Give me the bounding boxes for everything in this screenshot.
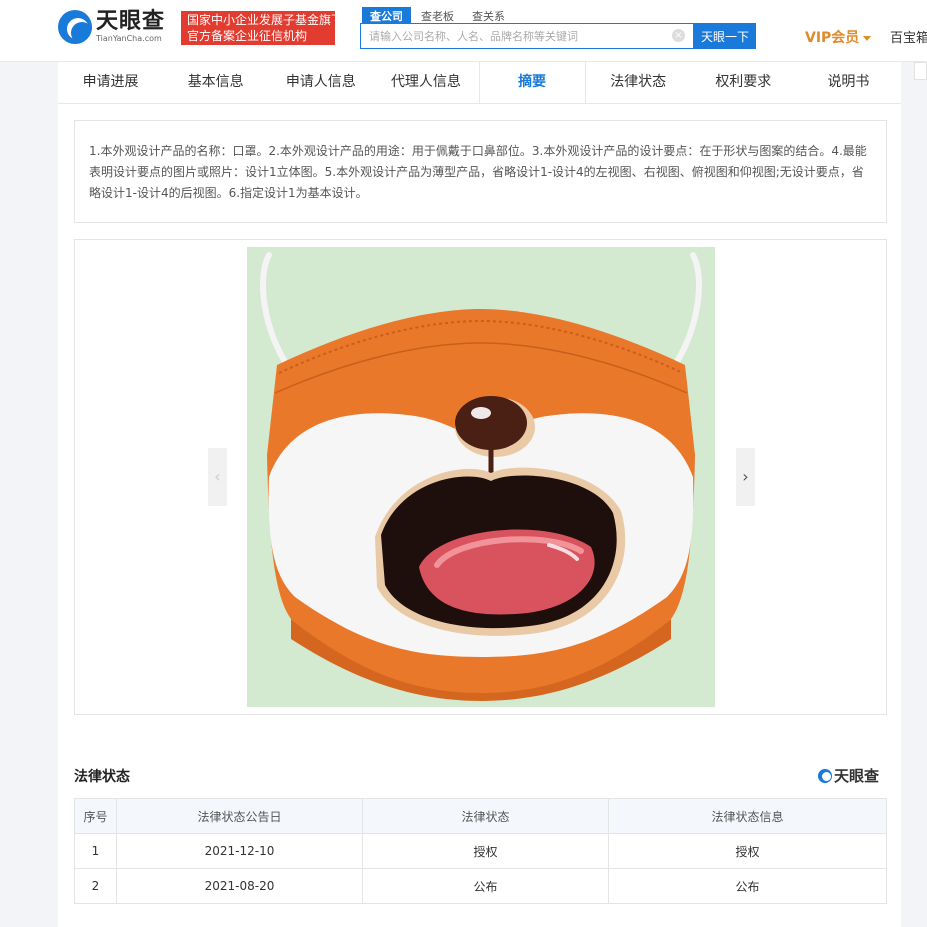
next-image-button[interactable]: › — [736, 448, 755, 506]
face-mask-illustration — [260, 252, 702, 701]
tab-basic-info[interactable]: 基本信息 — [163, 62, 268, 103]
header-announce-date: 法律状态公告日 — [116, 798, 363, 834]
detail-nav-tabs: 申请进展 基本信息 申请人信息 代理人信息 摘要 法律状态 权利要求 说明书 — [58, 62, 901, 104]
baobox-menu[interactable]: 百宝箱 — [890, 27, 927, 46]
cell-date: 2021-08-20 — [116, 868, 363, 904]
cell-index: 2 — [74, 868, 117, 904]
top-header: 天眼查 TianYanCha.com 国家中小企业发展子基金旗下 官方备案企业征… — [0, 0, 927, 62]
cell-date: 2021-12-10 — [116, 833, 363, 869]
tab-abstract[interactable]: 摘要 — [478, 62, 586, 103]
search-button[interactable]: 天眼一下 — [694, 23, 756, 49]
table-row: 1 2021-12-10 授权 授权 — [74, 833, 887, 869]
search-box: × — [360, 23, 694, 49]
cell-status-info: 公布 — [608, 868, 887, 904]
badge-line-2: 官方备案企业征信机构 — [187, 29, 308, 43]
tianyancha-logo-icon — [818, 768, 832, 783]
logo-domain: TianYanCha.com — [96, 34, 162, 43]
official-badge: 国家中小企业发展子基金旗下 官方备案企业征信机构 — [181, 11, 344, 45]
cell-index: 1 — [74, 833, 117, 869]
vip-label: VIP会员 — [805, 30, 860, 46]
tab-description[interactable]: 说明书 — [796, 62, 901, 103]
vip-menu[interactable]: VIP会员 — [805, 27, 872, 47]
search-input[interactable] — [361, 24, 661, 48]
tab-legal-status[interactable]: 法律状态 — [586, 62, 691, 103]
tab-claims[interactable]: 权利要求 — [691, 62, 796, 103]
design-image-gallery: ‹ › — [74, 239, 887, 715]
mask-design-image — [247, 247, 715, 707]
prev-image-button[interactable]: ‹ — [208, 448, 227, 506]
tab-application-progress[interactable]: 申请进展 — [58, 62, 163, 103]
patent-detail-panel: 申请进展 基本信息 申请人信息 代理人信息 摘要 法律状态 权利要求 说明书 1… — [58, 62, 901, 927]
site-logo[interactable]: 天眼查 TianYanCha.com — [58, 10, 165, 44]
badge-line-1: 国家中小企业发展子基金旗下 — [187, 13, 344, 27]
cell-status: 公布 — [362, 868, 609, 904]
cell-status-info: 授权 — [608, 833, 887, 869]
cell-status: 授权 — [362, 833, 609, 869]
caret-down-icon — [863, 35, 872, 41]
legal-status-table: 序号 法律状态公告日 法律状态 法律状态信息 1 2021-12-10 授权 授… — [74, 798, 887, 904]
table-row: 2 2021-08-20 公布 公布 — [74, 868, 887, 904]
header-legal-status-info: 法律状态信息 — [608, 798, 887, 834]
tab-agent-info[interactable]: 代理人信息 — [373, 62, 478, 103]
abstract-text: 1.本外观设计产品的名称：口罩。2.本外观设计产品的用途：用于佩戴于口鼻部位。3… — [74, 120, 887, 223]
legal-logo-text: 天眼查 — [834, 767, 880, 785]
legal-section-logo: 天眼查 — [818, 765, 879, 786]
logo-title: 天眼查 — [96, 9, 166, 34]
tab-applicant-info[interactable]: 申请人信息 — [268, 62, 373, 103]
table-header-row: 序号 法律状态公告日 法律状态 法律状态信息 — [74, 798, 887, 834]
header-index: 序号 — [74, 798, 117, 834]
clear-icon[interactable]: × — [672, 29, 685, 42]
legal-status-heading: 法律状态 — [74, 769, 130, 785]
side-float-widget[interactable] — [914, 62, 927, 80]
header-legal-status: 法律状态 — [362, 798, 609, 834]
tianyancha-logo-icon — [58, 10, 92, 44]
